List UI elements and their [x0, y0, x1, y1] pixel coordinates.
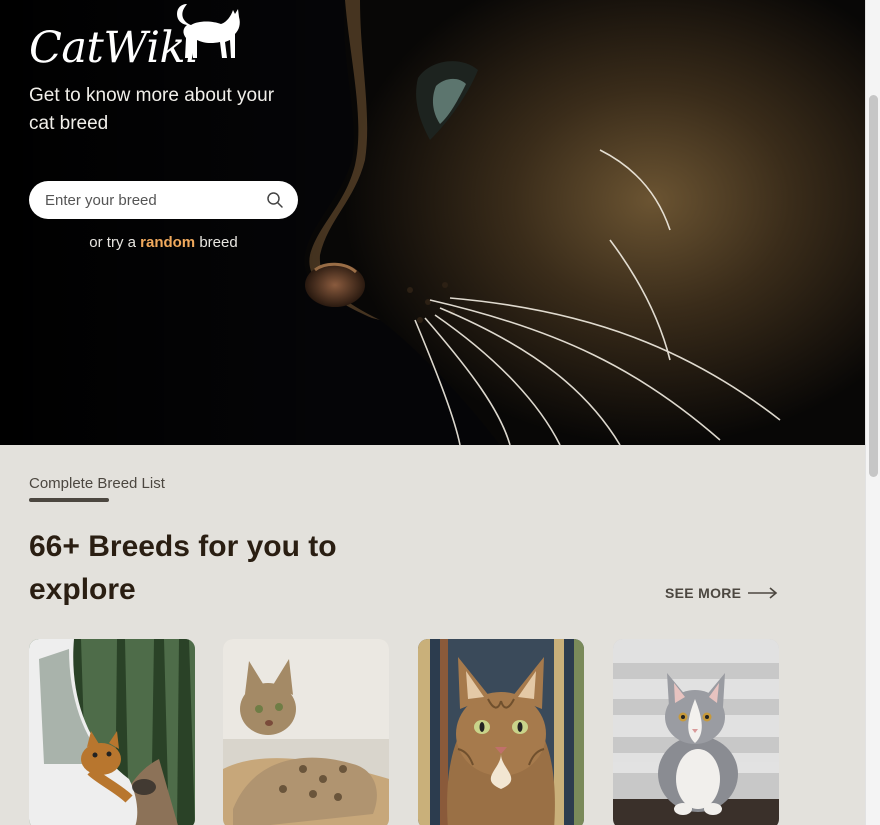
breed-card[interactable]	[29, 639, 195, 825]
arrow-right-icon	[748, 587, 778, 599]
random-breed-line: or try a random breed	[29, 234, 298, 251]
see-more-label: SEE MORE	[665, 585, 742, 601]
bengal-cat-in-car-window	[29, 639, 195, 825]
random-breed-link[interactable]: random	[140, 234, 195, 251]
cat-silhouette-icon	[177, 4, 240, 58]
breed-card[interactable]	[613, 639, 779, 825]
eyebrow-underline	[29, 498, 109, 502]
scrollbar-thumb[interactable]	[869, 95, 878, 477]
breed-search-input[interactable]	[45, 191, 266, 209]
random-suffix: breed	[195, 234, 238, 251]
see-more-link[interactable]: SEE MORE	[665, 585, 778, 601]
section-eyebrow: Complete Breed List	[29, 475, 165, 492]
section-headline: 66+ Breeds for you to explore	[29, 530, 337, 606]
hero-tagline: Get to know more about your cat breed	[29, 85, 275, 134]
breed-card[interactable]	[223, 639, 389, 825]
breed-search-box[interactable]	[29, 181, 298, 219]
breed-cards	[29, 639, 789, 825]
hero-banner: CatWiki Get to know more about your cat …	[0, 0, 865, 445]
grey-white-curly-kitten	[613, 639, 779, 825]
page-scrollbar[interactable]	[865, 0, 880, 825]
search-icon[interactable]	[266, 191, 284, 209]
maine-coon-tabby-portrait	[418, 639, 584, 825]
random-prefix: or try a	[89, 234, 141, 251]
savannah-cat-lying-down	[223, 639, 389, 825]
breeds-section: Complete Breed List 66+ Breeds for you t…	[0, 445, 865, 825]
breed-card[interactable]	[418, 639, 584, 825]
